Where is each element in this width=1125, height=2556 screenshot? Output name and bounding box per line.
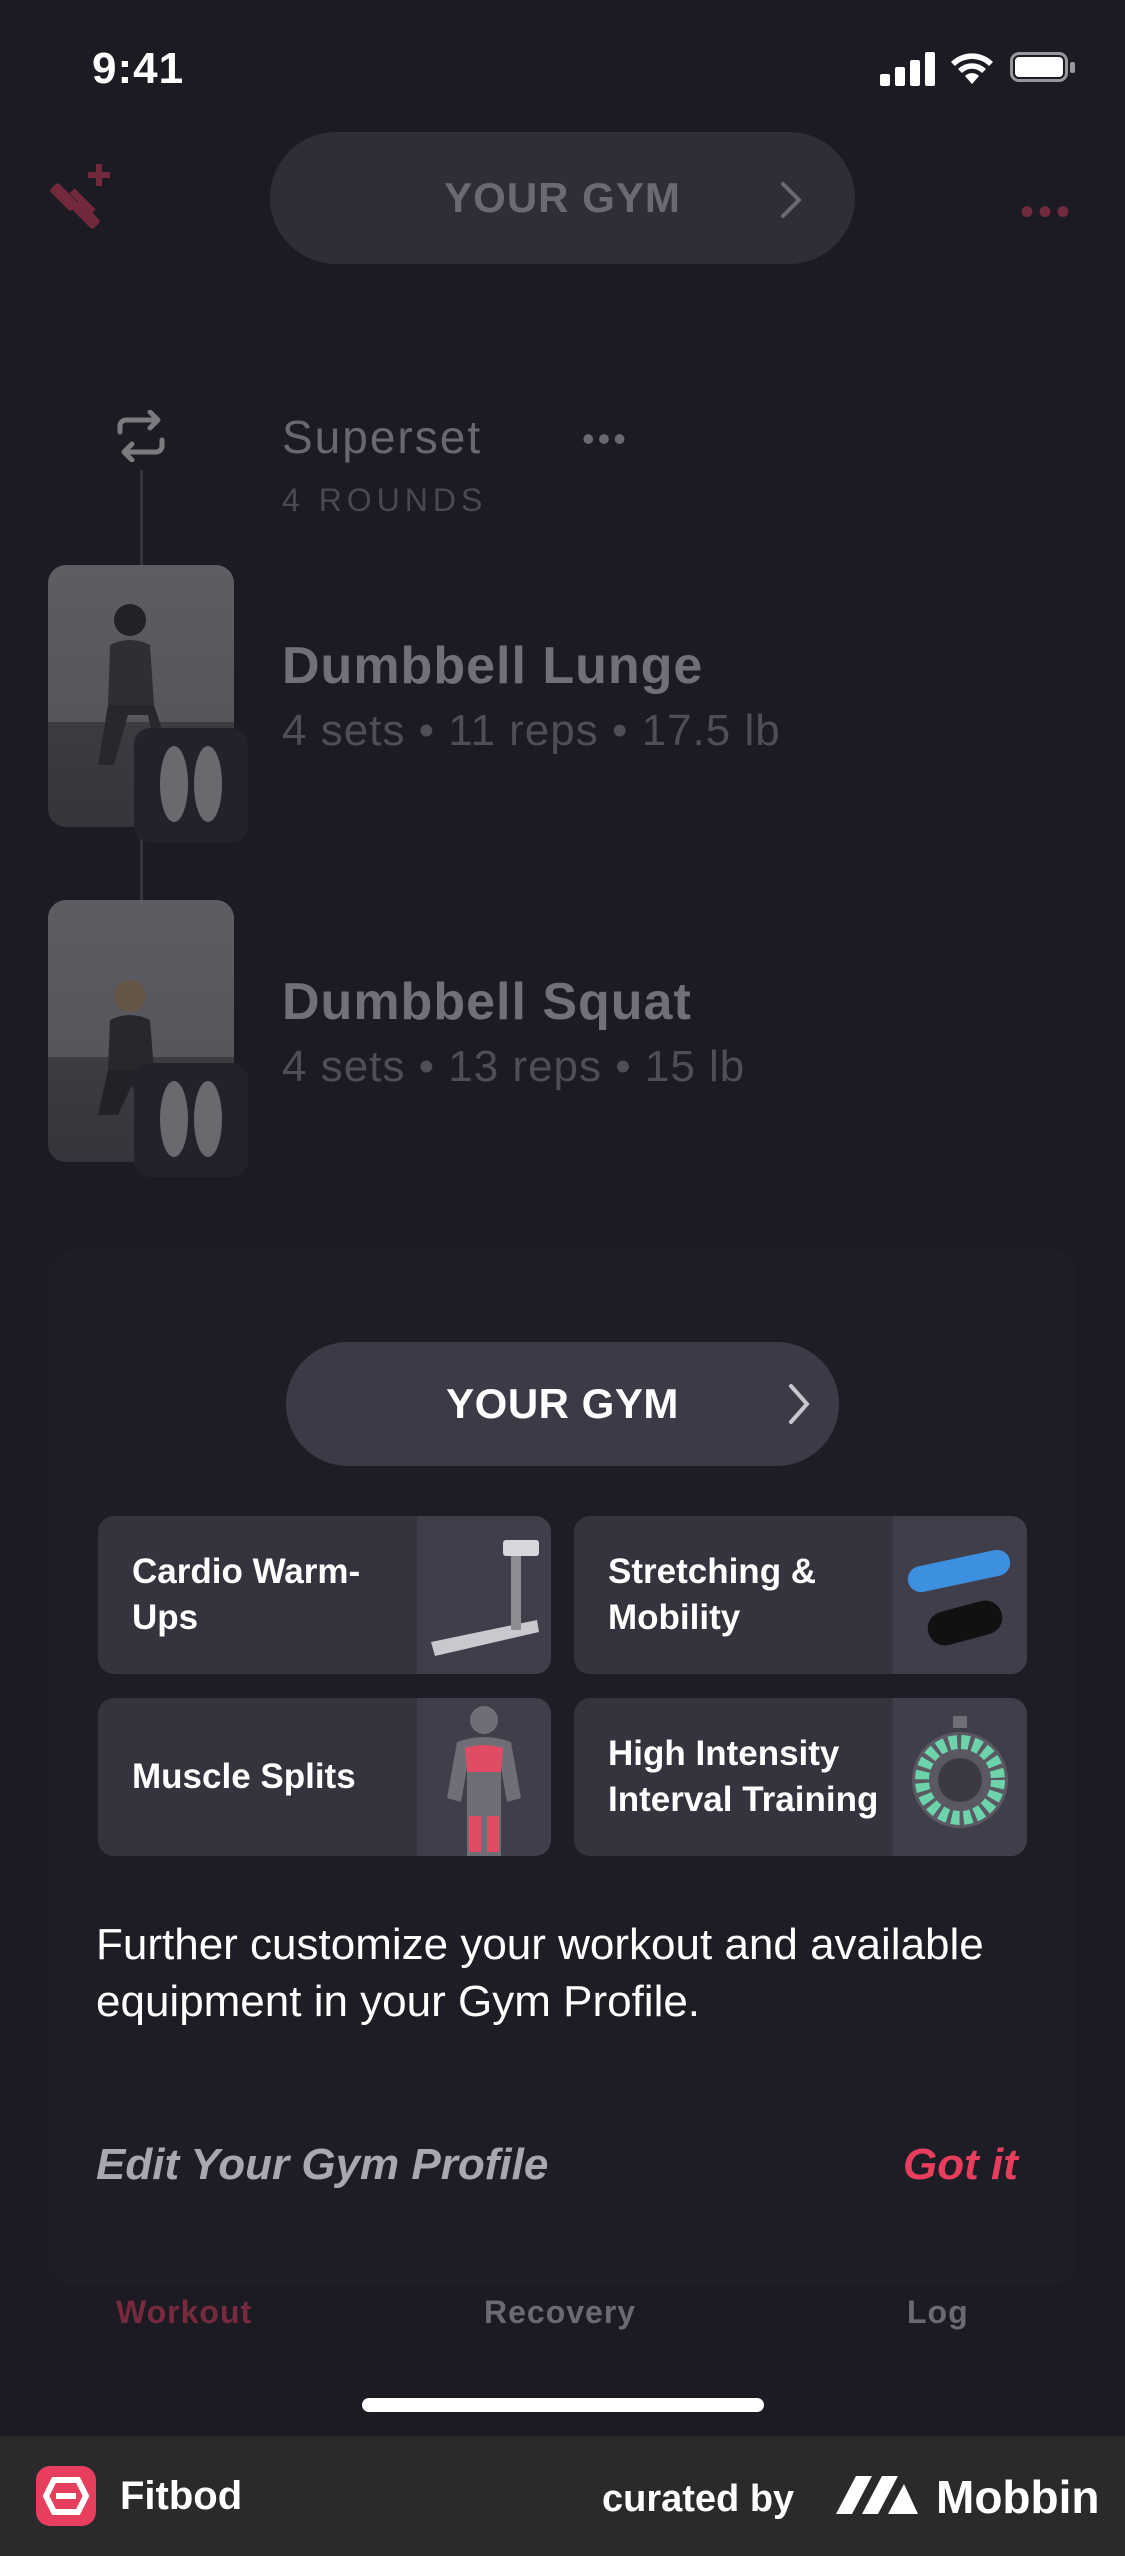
got-it-button[interactable]: Got it bbox=[903, 2140, 1018, 2190]
exercise-name[interactable]: Dumbbell Lunge bbox=[282, 636, 703, 696]
tile-muscle-splits[interactable]: Muscle Splits bbox=[98, 1698, 551, 1856]
superset-connector-line bbox=[140, 470, 143, 565]
battery-icon bbox=[1010, 52, 1076, 84]
app-name: Fitbod bbox=[120, 2474, 243, 2518]
tile-label: Stretching & Mobility bbox=[608, 1552, 817, 1637]
superset-rounds: 4 ROUNDS bbox=[282, 482, 488, 518]
wifi-icon bbox=[951, 53, 993, 84]
mobbin-logo-icon bbox=[836, 2476, 918, 2514]
edit-gym-profile-link[interactable]: Edit Your Gym Profile bbox=[96, 2140, 548, 2190]
muscle-group-icon bbox=[134, 1063, 248, 1177]
muscle-group-icon bbox=[134, 728, 248, 842]
foam-roller-icon bbox=[893, 1516, 1027, 1674]
chevron-right-icon bbox=[789, 1384, 810, 1424]
gym-profile-description: Further customize your workout and avail… bbox=[96, 1920, 984, 2026]
superset-title: Superset bbox=[282, 411, 483, 463]
superset-more-icon[interactable]: ••• bbox=[582, 418, 629, 460]
add-gym-equipment-icon[interactable] bbox=[50, 160, 120, 230]
curated-by-label: curated by bbox=[602, 2478, 795, 2520]
chevron-right-icon bbox=[781, 182, 802, 218]
treadmill-icon bbox=[417, 1516, 551, 1674]
tile-label: Muscle Splits bbox=[132, 1757, 356, 1796]
exercise-detail: 4 sets • 11 reps • 17.5 lb bbox=[282, 706, 781, 755]
your-gym-top-button[interactable]: YOUR GYM bbox=[270, 132, 855, 264]
exercise-detail: 4 sets • 13 reps • 15 lb bbox=[282, 1042, 746, 1091]
status-time: 9:41 bbox=[92, 44, 185, 93]
your-gym-top-label: YOUR GYM bbox=[444, 174, 681, 221]
muscle-body-icon bbox=[417, 1698, 551, 1856]
tile-cardio-warm-ups[interactable]: Cardio Warm-Ups bbox=[98, 1516, 551, 1674]
tab-workout[interactable]: Workout bbox=[116, 2294, 252, 2331]
more-options-icon[interactable]: ••• bbox=[1020, 190, 1074, 235]
tile-label: High Intensity Interval Training bbox=[608, 1734, 879, 1819]
tab-log[interactable]: Log bbox=[907, 2294, 969, 2331]
home-indicator bbox=[362, 2398, 764, 2412]
repeat-icon bbox=[117, 410, 165, 462]
tile-label: Cardio Warm-Ups bbox=[132, 1552, 361, 1637]
tile-hiit[interactable]: High Intensity Interval Training bbox=[574, 1698, 1027, 1856]
cellular-signal-icon bbox=[880, 52, 936, 86]
your-gym-label: YOUR GYM bbox=[446, 1380, 679, 1427]
mobbin-brand: Mobbin bbox=[936, 2471, 1100, 2523]
stopwatch-icon bbox=[893, 1698, 1027, 1856]
tab-recovery[interactable]: Recovery bbox=[484, 2294, 636, 2331]
exercise-name[interactable]: Dumbbell Squat bbox=[282, 972, 692, 1032]
your-gym-button[interactable]: YOUR GYM bbox=[286, 1342, 839, 1466]
tile-stretching-mobility[interactable]: Stretching & Mobility bbox=[574, 1516, 1027, 1674]
fitbod-logo-icon bbox=[36, 2466, 96, 2526]
